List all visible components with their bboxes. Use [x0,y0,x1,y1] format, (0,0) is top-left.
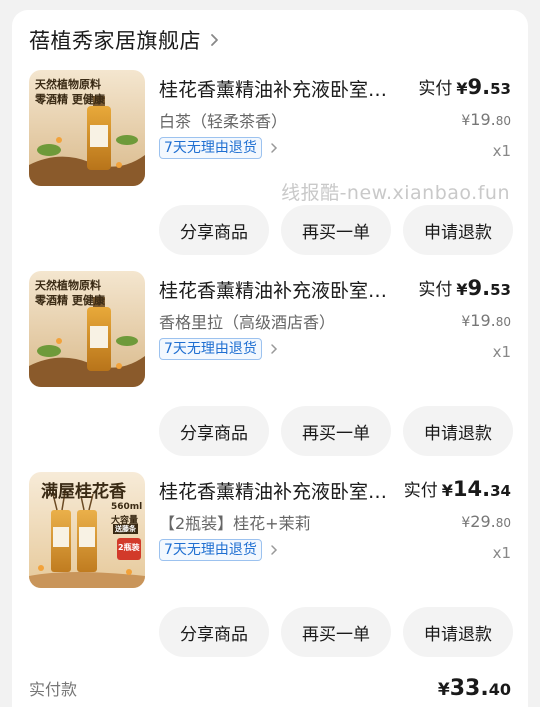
orig-decimal: 80 [495,516,511,530]
paid-currency: ¥ [456,280,468,299]
orig-currency: ¥ [461,515,471,531]
order-item: 天然植物原料 零酒精 更健康 桂花香薰精油补充液卧室… 香格里拉（高级酒店香） … [0,271,540,471]
thumb-badge: 2瓶装 [118,543,140,552]
original-price: ¥ 19. 80 [461,311,511,330]
request-refund-button[interactable]: 申请退款 [403,607,513,657]
paid-decimal: 34 [490,482,511,500]
return-policy-tag[interactable]: 7天无理由退货 [159,137,280,159]
paid-label: 实付 [418,280,453,300]
paid-integer: 9. [467,276,491,300]
order-total-row: 实付款 ¥ 33. 40 [29,676,511,701]
product-spec: 香格里拉（高级酒店香） [159,313,336,332]
return-policy-label: 7天无理由退货 [159,137,262,159]
orig-integer: 19. [470,110,496,129]
product-spec: 白茶（轻柔茶香） [159,112,288,131]
product-title[interactable]: 桂花香薰精油补充液卧室… [159,75,393,102]
chevron-right-icon [271,344,277,354]
total-integer: 33. [449,676,489,701]
shop-header[interactable]: 蓓植秀家居旗舰店 [29,25,221,55]
quantity: x1 [492,343,511,361]
quantity: x1 [492,544,511,562]
paid-decimal: 53 [490,281,511,299]
request-refund-button[interactable]: 申请退款 [403,406,513,456]
thumb-caption-1: 天然植物原料 [35,78,101,91]
share-product-button[interactable]: 分享商品 [159,607,269,657]
thumb-caption-2: 零酒精 更健康 [35,93,105,106]
total-amount: ¥ 33. 40 [438,676,511,701]
item-actions: 分享商品 再买一单 申请退款 [159,406,513,456]
order-item: 满屋桂花香 560ml 大容量 送藤条 2瓶装 桂花香薰精油补充液卧室… 【2瓶… [0,472,540,672]
product-spec: 【2瓶装】桂花+茉莉 [159,514,311,533]
request-refund-button[interactable]: 申请退款 [403,205,513,255]
thumb-caption-4: 送藤条 [113,524,138,534]
order-item: 天然植物原料 零酒精 更健康 桂花香薰精油补充液卧室… 白茶（轻柔茶香） 7天无… [0,70,540,270]
thumb-caption-2: 零酒精 更健康 [35,294,105,307]
paid-currency: ¥ [456,79,468,98]
buy-again-button[interactable]: 再买一单 [281,205,391,255]
original-price: ¥ 19. 80 [461,110,511,129]
orig-currency: ¥ [461,113,471,129]
share-product-button[interactable]: 分享商品 [159,205,269,255]
return-policy-label: 7天无理由退货 [159,539,262,561]
original-price: ¥ 29. 80 [461,512,511,531]
paid-price: 实付 ¥ 14. 34 [404,476,511,501]
buy-again-button[interactable]: 再买一单 [281,607,391,657]
total-label: 实付款 [29,680,78,699]
orig-decimal: 80 [495,315,511,329]
product-image[interactable]: 天然植物原料 零酒精 更健康 [29,70,145,186]
buy-again-button[interactable]: 再买一单 [281,406,391,456]
share-product-button[interactable]: 分享商品 [159,406,269,456]
shop-name[interactable]: 蓓植秀家居旗舰店 [29,25,201,55]
return-policy-tag[interactable]: 7天无理由退货 [159,338,280,360]
thumb-caption-2: 560ml [111,502,143,512]
total-decimal: 40 [488,680,511,699]
return-policy-tag[interactable]: 7天无理由退货 [159,539,280,561]
chevron-right-icon [211,34,218,46]
paid-integer: 14. [452,477,491,501]
paid-currency: ¥ [441,481,453,500]
quantity: x1 [492,142,511,160]
paid-integer: 9. [467,75,491,99]
thumb-caption-1: 天然植物原料 [35,279,101,292]
product-title[interactable]: 桂花香薰精油补充液卧室… [159,276,393,303]
orig-decimal: 80 [495,114,511,128]
return-policy-label: 7天无理由退货 [159,338,262,360]
product-image[interactable]: 天然植物原料 零酒精 更健康 [29,271,145,387]
paid-decimal: 53 [490,80,511,98]
orig-integer: 19. [470,311,496,330]
paid-price: 实付 ¥ 9. 53 [418,275,511,300]
paid-price: 实付 ¥ 9. 53 [418,74,511,99]
paid-label: 实付 [403,481,438,501]
orig-currency: ¥ [461,314,471,330]
item-actions: 分享商品 再买一单 申请退款 [159,205,513,255]
item-actions: 分享商品 再买一单 申请退款 [159,607,513,657]
orig-integer: 29. [470,512,496,531]
thumb-caption-1: 满屋桂花香 [41,482,126,502]
chevron-right-icon [271,545,277,555]
total-currency: ¥ [437,680,450,700]
product-image[interactable]: 满屋桂花香 560ml 大容量 送藤条 2瓶装 [29,472,145,588]
paid-label: 实付 [418,79,453,99]
product-title[interactable]: 桂花香薰精油补充液卧室… [159,477,393,504]
chevron-right-icon [271,143,277,153]
